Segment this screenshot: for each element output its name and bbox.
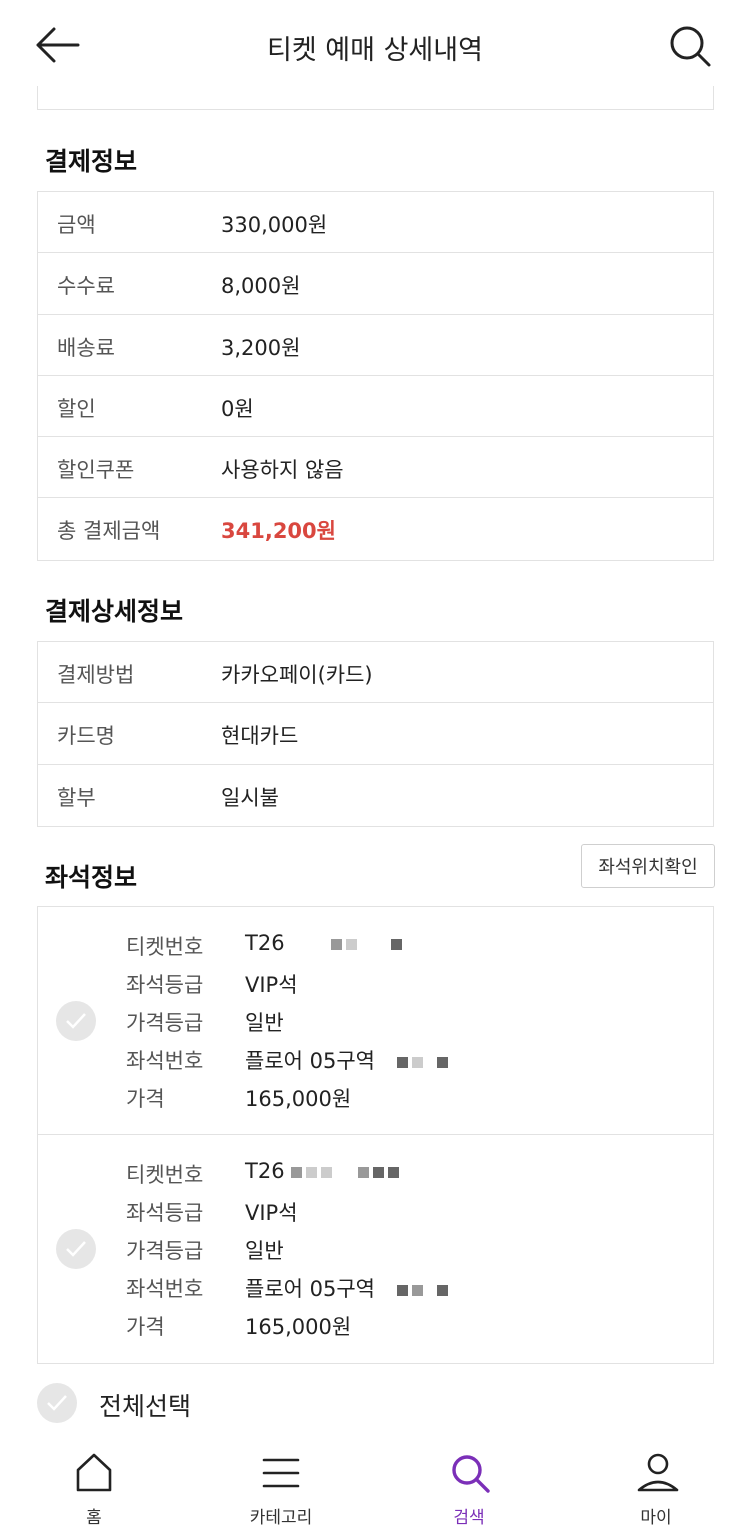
payment-section-title: 결제정보	[45, 147, 138, 176]
masked-text	[320, 1166, 332, 1178]
seat-grade-label: 좌석등급	[126, 973, 204, 997]
tab-label: 카테고리	[249, 1508, 313, 1528]
row-value: 사용하지 않음	[221, 458, 344, 483]
ticket-number-label: 티켓번호	[126, 935, 204, 959]
seat-grade: VIP석	[245, 1201, 298, 1225]
seat-item: 티켓번호 T26 좌석등급 VIP석 가격등급 일반 좌석번호 플로어 05구역 가격 1…	[38, 907, 713, 1135]
table-row: 금액 330,000원	[38, 192, 713, 254]
price: 165,000원	[245, 1087, 352, 1111]
previous-section-box	[37, 86, 714, 110]
payment-detail-table: 결제방법 카카오페이(카드) 카드명 현대카드 할부 일시불	[37, 641, 714, 827]
row-value: 현대카드	[221, 724, 299, 749]
row-label: 할부	[57, 785, 96, 810]
table-row: 결제방법 카카오페이(카드)	[38, 642, 713, 704]
seat-select-checkbox[interactable]	[56, 1229, 96, 1269]
seat-grade: VIP석	[245, 973, 298, 997]
ticket-number: T26	[245, 1159, 285, 1183]
row-label: 배송료	[57, 335, 115, 360]
masked-text	[412, 1056, 423, 1068]
seat-section-title: 좌석정보	[45, 863, 138, 892]
tab-label: 홈	[86, 1508, 102, 1528]
masked-text	[305, 1166, 317, 1178]
row-value: 330,000원	[221, 213, 328, 237]
price-grade-label: 가격등급	[126, 1011, 204, 1035]
masked-text	[372, 1166, 384, 1178]
row-label: 수수료	[57, 274, 115, 299]
row-label: 금액	[57, 213, 96, 237]
tab-home[interactable]: 홈	[34, 1440, 154, 1529]
ticket-number-label: 티켓번호	[126, 1163, 204, 1187]
tab-label: 마이	[640, 1508, 672, 1528]
price-grade: 일반	[245, 1239, 284, 1263]
select-all-checkbox[interactable]	[37, 1383, 77, 1423]
table-row: 배송료 3,200원	[38, 315, 713, 376]
payment-detail-section-title: 결제상세정보	[45, 597, 184, 626]
row-label: 할인	[57, 396, 96, 421]
row-label: 총 결제금액	[57, 519, 161, 544]
row-value: 일시불	[221, 785, 279, 810]
table-row: 할인 0원	[38, 376, 713, 438]
app-header: 티켓 예매 상세내역	[0, 0, 750, 92]
ticket-number: T26	[245, 931, 285, 955]
table-row: 카드명 현대카드	[38, 703, 713, 765]
total-amount: 341,200원	[221, 519, 336, 544]
seat-item: 티켓번호 T26 좌석등급 VIP석 가격등급 일반 좌석번호 플로어 05구역 가격 1…	[38, 1135, 713, 1363]
check-icon	[66, 1241, 86, 1257]
masked-text	[290, 1166, 302, 1178]
masked-text	[330, 938, 342, 950]
search-icon	[670, 26, 711, 67]
masked-text	[390, 938, 402, 950]
page-title: 티켓 예매 상세내역	[267, 35, 483, 66]
seat-number-label: 좌석번호	[126, 1049, 204, 1073]
row-value: 카카오페이(카드)	[221, 663, 373, 687]
masked-text	[397, 1056, 408, 1068]
tab-my[interactable]: 마이	[596, 1440, 716, 1529]
tab-label: 검색	[453, 1508, 485, 1528]
masked-text	[345, 938, 357, 950]
price-label: 가격	[126, 1087, 165, 1111]
search-icon	[452, 1455, 490, 1493]
seat-number: 플로어 05구역	[245, 1277, 375, 1301]
price-grade: 일반	[245, 1011, 284, 1035]
masked-text	[397, 1284, 408, 1296]
row-label: 카드명	[57, 724, 115, 749]
price: 165,000원	[245, 1315, 352, 1339]
price-label: 가격	[126, 1315, 165, 1339]
table-row: 할인쿠폰 사용하지 않음	[38, 437, 713, 499]
check-icon	[47, 1395, 67, 1411]
user-icon	[637, 1453, 679, 1492]
row-label: 할인쿠폰	[57, 458, 135, 483]
table-row: 수수료 8,000원	[38, 253, 713, 315]
price-grade-label: 가격등급	[126, 1239, 204, 1263]
seat-number: 플로어 05구역	[245, 1049, 375, 1073]
table-row-total: 총 결제금액 341,200원	[38, 498, 713, 559]
bottom-tab-bar: 홈 카테고리 검색 마이	[0, 1440, 750, 1529]
row-label: 결제방법	[57, 663, 135, 687]
masked-text	[437, 1284, 448, 1296]
menu-icon	[262, 1458, 300, 1488]
masked-text	[357, 1166, 369, 1178]
masked-text	[412, 1284, 423, 1296]
table-row: 할부 일시불	[38, 765, 713, 826]
seat-number-label: 좌석번호	[126, 1277, 204, 1301]
check-icon	[66, 1013, 86, 1029]
payment-table: 금액 330,000원 수수료 8,000원 배송료 3,200원 할인 0원 …	[37, 191, 714, 561]
seat-location-button[interactable]: 좌석위치확인	[581, 844, 715, 888]
seat-select-checkbox[interactable]	[56, 1001, 96, 1041]
search-button[interactable]	[668, 24, 712, 68]
home-icon	[76, 1453, 112, 1492]
row-value: 0원	[221, 396, 254, 421]
tab-search[interactable]: 검색	[409, 1440, 529, 1529]
tab-category[interactable]: 카테고리	[221, 1440, 341, 1529]
seat-grade-label: 좌석등급	[126, 1201, 204, 1225]
masked-text	[387, 1166, 399, 1178]
row-value: 3,200원	[221, 335, 301, 360]
select-all-label: 전체선택	[99, 1392, 192, 1421]
seat-list: 티켓번호 T26 좌석등급 VIP석 가격등급 일반 좌석번호 플로어 05구역 가격 1…	[37, 906, 714, 1364]
row-value: 8,000원	[221, 274, 301, 299]
select-all-row[interactable]: 전체선택	[37, 1383, 337, 1423]
masked-text	[437, 1056, 448, 1068]
